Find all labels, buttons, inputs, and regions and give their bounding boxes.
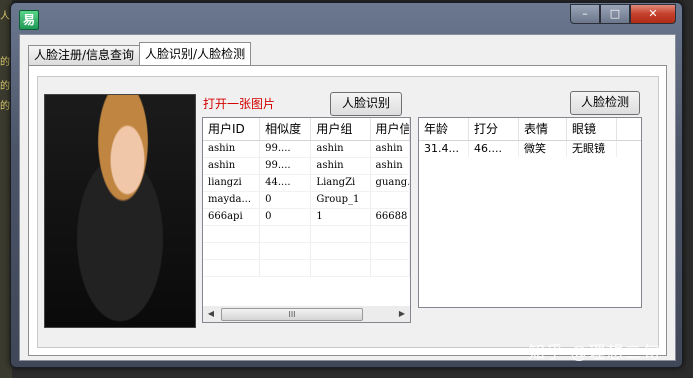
table-cell: 0 [260,209,312,225]
table-cell: 微笑 [519,141,567,157]
column-header[interactable]: 用户信 [371,118,410,140]
table-row[interactable]: ashin 99.... ashin ashin [203,158,410,175]
scroll-thumb[interactable]: III [221,308,363,321]
table-header: 用户ID 相似度 用户组 用户信 [203,118,410,141]
table-cell: liangzi [203,175,261,191]
open-image-link[interactable]: 打开一张图片 [203,95,275,112]
tab-panel: 打开一张图片 人脸识别 人脸检测 用户ID 相似度 用户组 用户信 ashin … [28,65,667,356]
content-group: 打开一张图片 人脸识别 人脸检测 用户ID 相似度 用户组 用户信 ashin … [37,76,659,348]
table-row[interactable]: mayda... 0 Group_1 [203,192,410,209]
column-header[interactable]: 表情 [519,118,567,140]
face-photo [44,94,196,328]
horizontal-scrollbar[interactable]: ◀ III ▶ [202,306,411,323]
minimize-button[interactable]: – [570,4,600,24]
scroll-left-arrow-icon[interactable]: ◀ [203,306,219,322]
table-row-empty [203,226,410,243]
table-body: 31.4... 46.... 微笑 无眼镜 [419,141,641,157]
window-controls: – □ ✕ [570,4,676,24]
table-cell: ashin [203,141,261,157]
table-row[interactable]: 31.4... 46.... 微笑 无眼镜 [419,141,641,157]
table-cell: 99.... [260,141,312,157]
column-header[interactable]: 打分 [469,118,519,140]
table-cell: mayda... [203,192,261,208]
table-row[interactable]: ashin 99.... ashin ashin [203,141,410,158]
scroll-right-arrow-icon[interactable]: ▶ [394,306,410,322]
table-row-empty [203,243,410,260]
face-detect-button[interactable]: 人脸检测 [570,91,640,115]
table-cell: ashin [311,158,371,174]
tab-strip: 人脸注册/信息查询 人脸识别/人脸检测 [28,42,252,65]
column-header[interactable]: 用户ID [203,118,261,140]
maximize-button[interactable]: □ [600,4,630,24]
table-cell: 99.... [260,158,312,174]
table-cell: ashin [371,141,410,157]
watermark: 知乎 @理想二旬 [528,343,661,363]
column-header[interactable]: 用户组 [311,118,371,140]
close-button[interactable]: ✕ [630,4,676,24]
table-cell: 666api [203,209,261,225]
table-cell: 46.... [469,141,519,157]
table-cell: ashin [371,158,410,174]
table-cell: 0 [260,192,312,208]
window-client-area: 人脸注册/信息查询 人脸识别/人脸检测 打开一张图片 人脸识别 人脸检测 用户I… [19,34,676,361]
table-row[interactable]: liangzi 44.... LiangZi guang... [203,175,410,192]
table-cell [371,192,410,208]
face-recognize-button[interactable]: 人脸识别 [330,92,402,116]
table-cell: ashin [203,158,261,174]
table-row[interactable]: 666api 0 1 66688 [203,209,410,226]
table-cell: 66688 [371,209,410,225]
tab-register-query[interactable]: 人脸注册/信息查询 [28,45,141,65]
table-header: 年龄 打分 表情 眼镜 [419,118,641,141]
column-header[interactable]: 相似度 [260,118,312,140]
tab-recognize-detect[interactable]: 人脸识别/人脸检测 [139,42,252,65]
table-body: ashin 99.... ashin ashin ashin 99.... as… [203,141,410,286]
table-cell: 31.4... [419,141,469,157]
recognition-results-table[interactable]: 用户ID 相似度 用户组 用户信 ashin 99.... ashin ashi… [202,117,411,308]
table-cell: ashin [311,141,371,157]
table-cell: guang... [371,175,410,191]
table-cell: 1 [311,209,371,225]
table-cell: Group_1 [311,192,371,208]
table-cell: 44.... [260,175,312,191]
column-header[interactable]: 年龄 [419,118,469,140]
app-window: 易 – □ ✕ 人脸注册/信息查询 人脸识别/人脸检测 打开一张图片 人脸识别 … [10,2,683,368]
table-cell: 无眼镜 [567,141,617,157]
table-cell: LiangZi [311,175,371,191]
table-row-empty [203,260,410,277]
detection-results-table[interactable]: 年龄 打分 表情 眼镜 31.4... 46.... 微笑 无眼镜 [418,117,642,308]
column-header[interactable]: 眼镜 [567,118,617,140]
app-icon: 易 [19,10,39,30]
window-title-blurred [43,10,163,26]
